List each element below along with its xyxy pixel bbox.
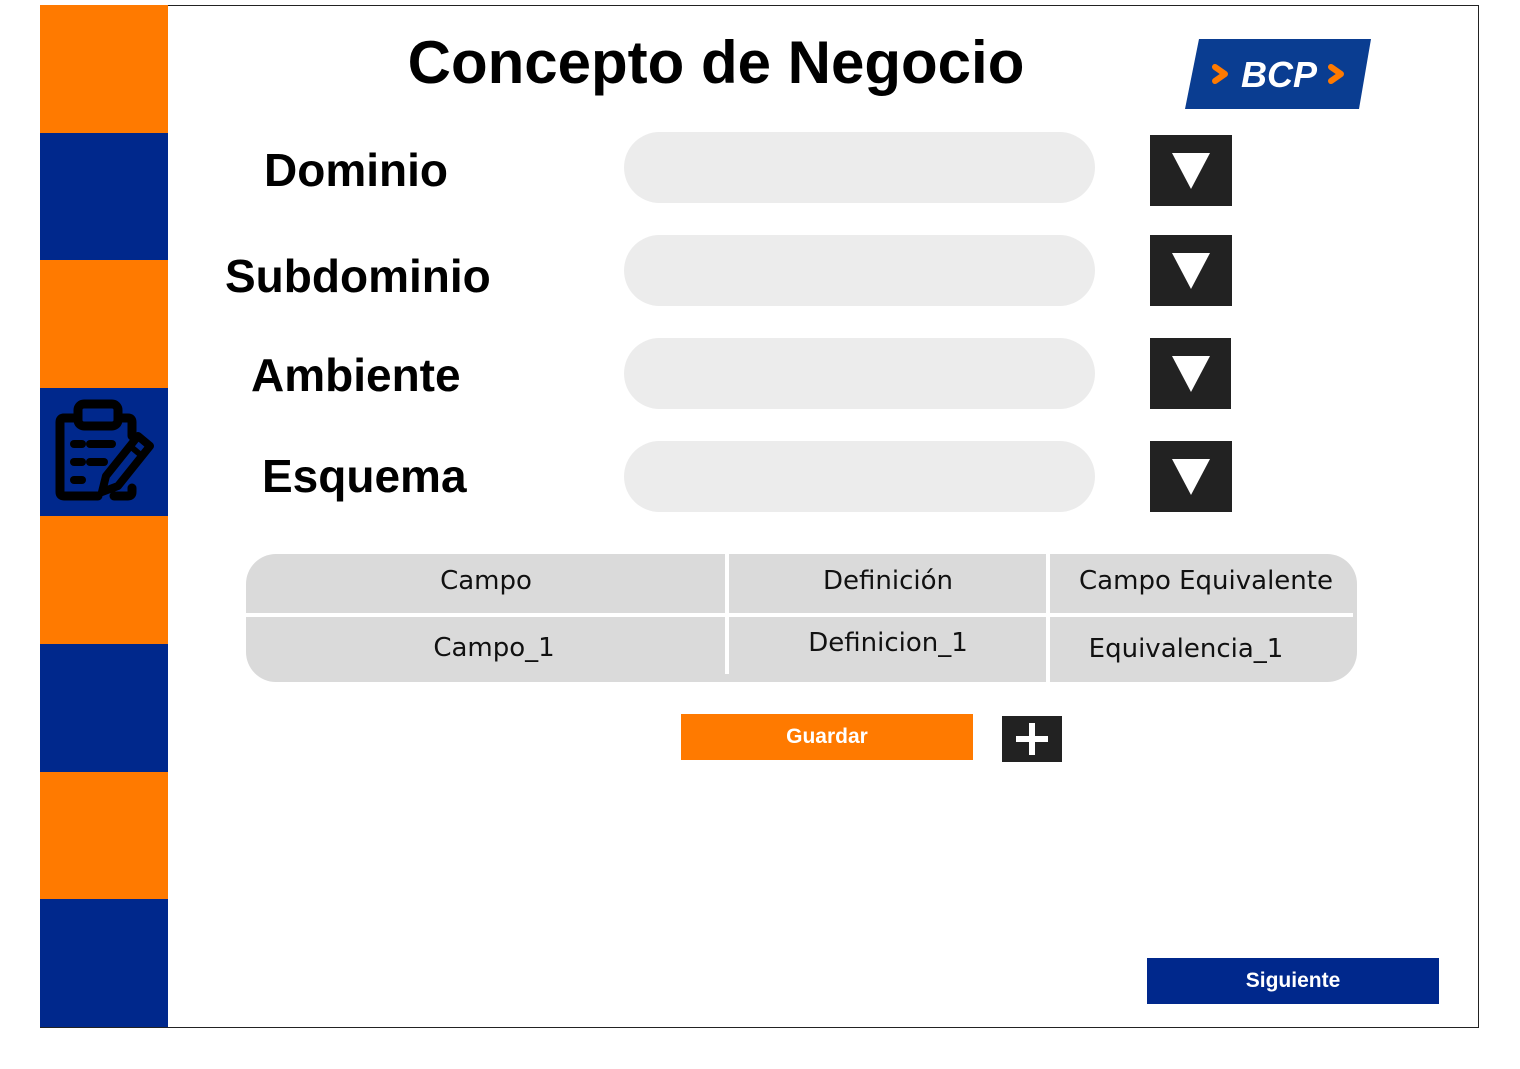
page-title: Concepto de Negocio	[407, 29, 1025, 96]
dominio-field[interactable]	[624, 132, 1095, 203]
table-cell-definicion[interactable]: Definicion_1	[728, 628, 1048, 658]
triangle-down-icon	[1172, 152, 1210, 189]
ambiente-dropdown-button[interactable]	[1150, 338, 1231, 409]
subdominio-dropdown-button[interactable]	[1150, 235, 1232, 306]
sidebar	[40, 5, 168, 1027]
sidebar-block-orange	[40, 516, 168, 644]
sidebar-block-orange	[40, 772, 168, 900]
sidebar-block-blue	[40, 899, 168, 1027]
triangle-down-icon	[1172, 252, 1210, 289]
triangle-down-icon	[1171, 355, 1210, 392]
table-header-definicion: Definición	[823, 566, 953, 596]
fields-table: Campo Definición Campo Equivalente Campo…	[246, 554, 1357, 682]
dominio-dropdown-button[interactable]	[1150, 135, 1232, 206]
bcp-logo: BCP	[1185, 39, 1371, 109]
triangle-down-icon	[1172, 458, 1210, 495]
field-label-esquema: Esquema	[262, 450, 467, 502]
sidebar-item-concepto[interactable]	[40, 388, 168, 516]
table-header-divider	[246, 613, 1353, 617]
subdominio-field[interactable]	[624, 235, 1095, 306]
logo-text: BCP	[1241, 54, 1318, 95]
field-label-subdominio: Subdominio	[225, 250, 491, 302]
save-button[interactable]: Guardar	[681, 714, 973, 760]
sidebar-block-blue	[40, 133, 168, 261]
plus-icon	[1016, 723, 1048, 755]
sidebar-block-orange	[40, 260, 168, 388]
table-cell-equivalencia[interactable]: Equivalencia_1	[1036, 634, 1336, 664]
table-cell-campo[interactable]: Campo_1	[254, 633, 734, 663]
ambiente-field[interactable]	[624, 338, 1095, 409]
sidebar-block-orange	[40, 5, 168, 133]
esquema-field[interactable]	[624, 441, 1095, 512]
field-label-dominio: Dominio	[264, 144, 448, 196]
add-row-button[interactable]	[1002, 716, 1062, 762]
sidebar-block-blue	[40, 644, 168, 772]
table-header-campo-equivalente: Campo Equivalente	[1079, 566, 1333, 596]
table-header-campo: Campo	[440, 566, 532, 596]
next-button[interactable]: Siguiente	[1147, 958, 1439, 1004]
clipboard-edit-icon	[55, 399, 154, 501]
esquema-dropdown-button[interactable]	[1150, 441, 1232, 512]
field-label-ambiente: Ambiente	[251, 349, 461, 401]
